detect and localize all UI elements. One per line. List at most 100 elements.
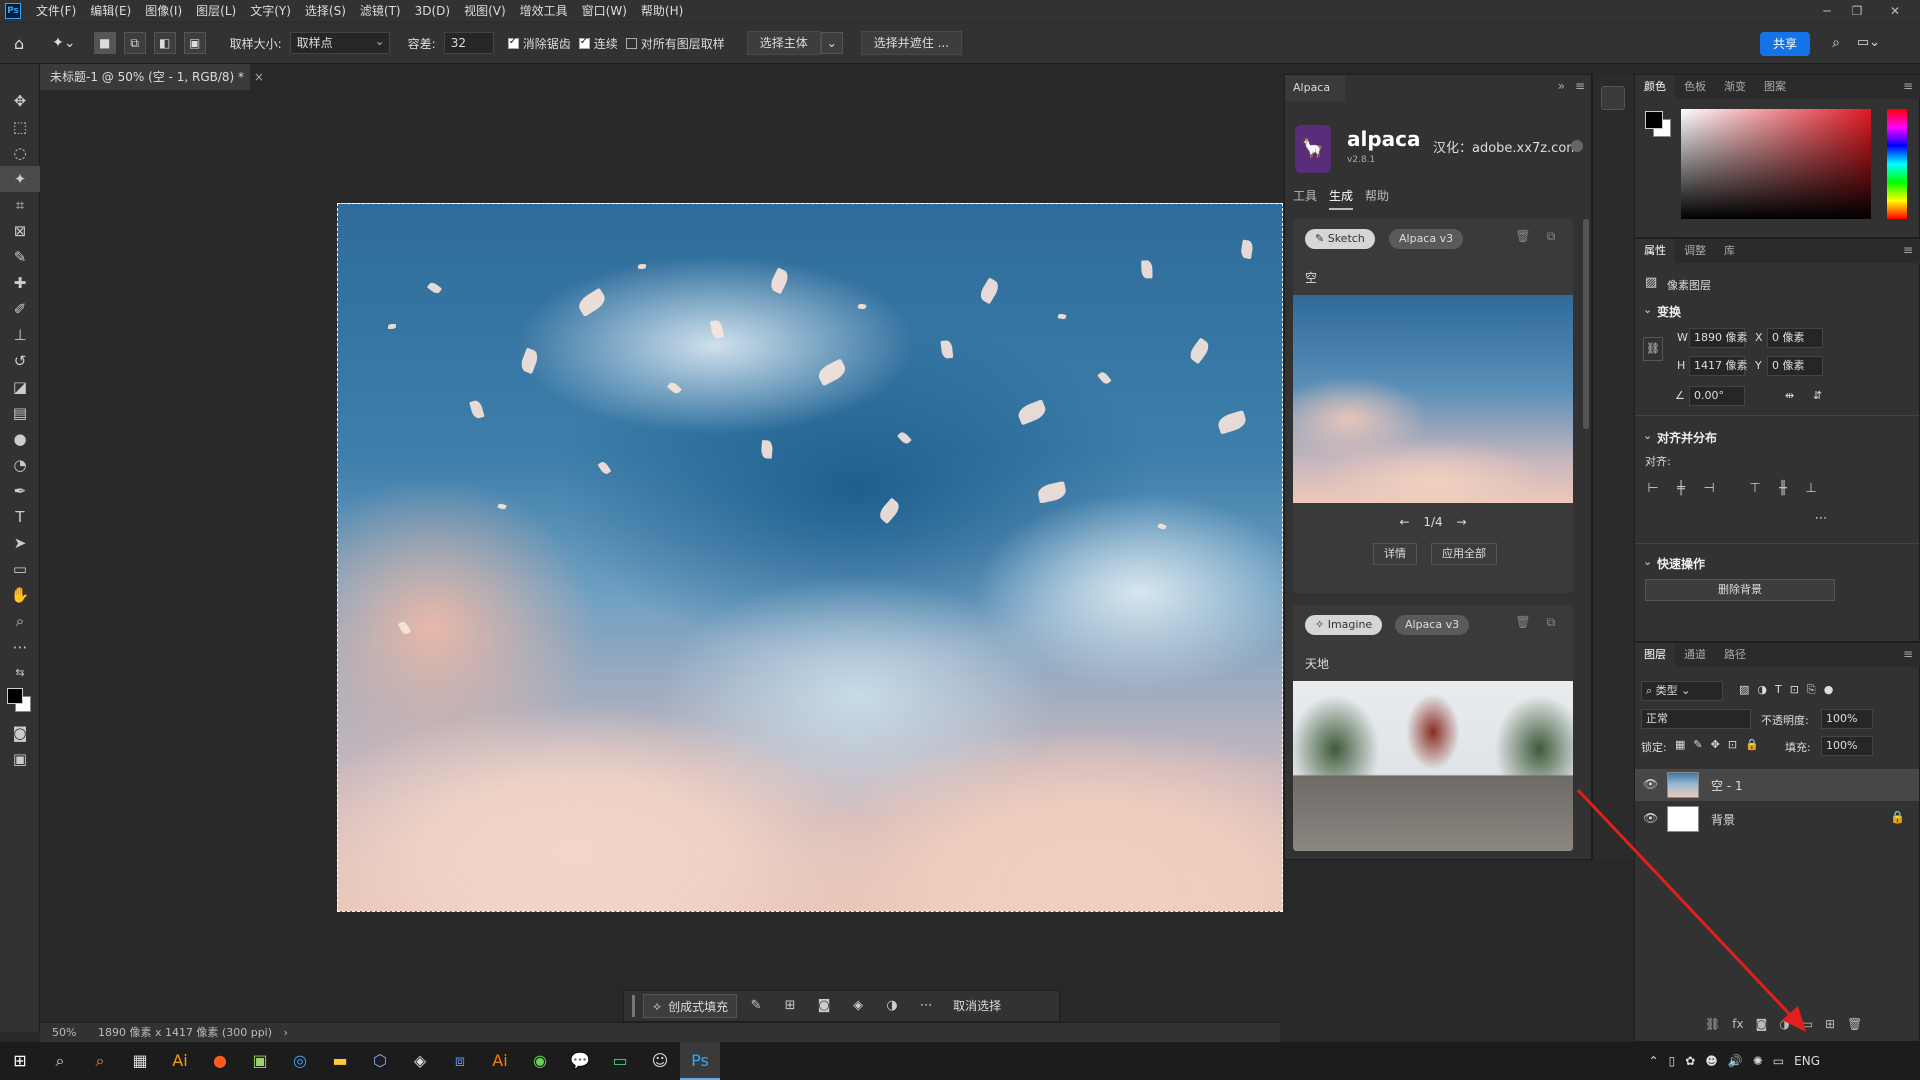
close-icon[interactable]: ✕ <box>1880 0 1910 22</box>
mode-pill-sketch[interactable]: ✎ Sketch <box>1305 229 1375 249</box>
new-selection-icon[interactable]: ■ <box>93 32 116 54</box>
more-tools-icon[interactable]: ⋯ <box>0 634 40 660</box>
swap-colors-icon[interactable]: ⇆ <box>0 660 40 686</box>
lasso-tool-icon[interactable]: ◌ <box>0 140 40 166</box>
generative-fill-button[interactable]: ✧ 创成式填充 <box>643 994 738 1018</box>
volume-icon[interactable]: 🔊 <box>1728 1054 1743 1068</box>
document-canvas-sky-image[interactable] <box>337 203 1283 912</box>
screen-mode-icon[interactable]: ▣ <box>0 746 40 772</box>
cloud-drive-icon[interactable]: ⧈ <box>440 1042 480 1080</box>
pen-tool-icon[interactable]: ✒ <box>0 478 40 504</box>
select-subject-button[interactable]: 选择主体 <box>746 31 821 55</box>
close-tab-icon[interactable]: × <box>254 70 264 84</box>
trash-icon[interactable]: 🗑 <box>1515 615 1531 633</box>
hue-slider[interactable] <box>1887 109 1907 219</box>
illustrator-dark-icon[interactable]: Ai <box>480 1042 520 1080</box>
layer-filter-select[interactable]: ⌕ 类型 ⌄ <box>1641 681 1723 701</box>
menu-edit[interactable]: 编辑(E) <box>83 0 138 22</box>
type-tool-icon[interactable]: T <box>0 504 40 530</box>
canvas-area[interactable] <box>40 90 1283 1022</box>
lock-options-icons[interactable]: ▦✎✥⊡🔒 <box>1675 738 1767 751</box>
color-swatches[interactable] <box>0 686 39 720</box>
menu-file[interactable]: 文件(F) <box>29 0 83 22</box>
panel-menu-icon[interactable]: ≡ <box>1575 79 1585 93</box>
layer-row[interactable]: 👁 空 - 1 <box>1635 769 1919 801</box>
transform-selection-icon[interactable]: ⊞ <box>775 994 805 1018</box>
menu-select[interactable]: 选择(S) <box>298 0 353 22</box>
history-brush-tool-icon[interactable]: ↺ <box>0 348 40 374</box>
opacity-input[interactable]: 100% <box>1821 709 1873 729</box>
gradient-tool-icon[interactable]: ▤ <box>0 400 40 426</box>
add-mask-icon[interactable]: ◙ <box>1756 1017 1768 1031</box>
menu-layer[interactable]: 图层(L) <box>189 0 243 22</box>
align-middle-vertical-icon[interactable]: ╫ <box>1773 479 1793 499</box>
tab-swatches[interactable]: 色板 <box>1675 75 1715 99</box>
align-left-icon[interactable]: ⊢ <box>1643 479 1663 499</box>
more-options-icon[interactable]: ⋯ <box>911 994 941 1018</box>
input-method-icon[interactable]: ☻ <box>1705 1054 1718 1068</box>
magic-wand-tool-icon[interactable]: ✦ <box>0 166 40 192</box>
image-viewer-icon[interactable]: ▣ <box>240 1042 280 1080</box>
illustrator-icon[interactable]: Ai <box>160 1042 200 1080</box>
x-input[interactable]: 0 像素 <box>1767 328 1823 348</box>
fill-input[interactable]: 100% <box>1821 736 1873 756</box>
alpaca-mini-icon[interactable] <box>1601 86 1625 110</box>
select-subject-dropdown-icon[interactable]: ⌄ <box>820 32 843 54</box>
link-icon[interactable]: ⛓ <box>1643 337 1663 361</box>
tab-color[interactable]: 颜色 <box>1635 75 1675 99</box>
remove-background-button[interactable]: 删除背景 <box>1645 579 1835 601</box>
model-pill[interactable]: Alpaca v3 <box>1395 615 1470 635</box>
quick-mask-icon[interactable]: ◙ <box>0 720 40 746</box>
prev-arrow-icon[interactable]: ← <box>1399 515 1409 529</box>
select-and-mask-button[interactable]: 选择并遮住 ... <box>860 31 963 55</box>
details-button[interactable]: 详情 <box>1373 543 1417 565</box>
generated-pagoda-thumbnail[interactable] <box>1293 681 1573 851</box>
chevron-down-icon[interactable]: ⌄ <box>1643 429 1652 442</box>
frame-tool-icon[interactable]: ⊠ <box>0 218 40 244</box>
y-input[interactable]: 0 像素 <box>1767 356 1823 376</box>
fill-selection-icon[interactable]: ◈ <box>843 994 873 1018</box>
modify-selection-icon[interactable]: ✎ <box>741 994 771 1018</box>
crop-tool-icon[interactable]: ⌗ <box>0 192 40 218</box>
move-tool-icon[interactable]: ✥ <box>0 88 40 114</box>
zoom-tool-icon[interactable]: ⌕ <box>0 608 40 634</box>
width-input[interactable]: 1890 像素 <box>1689 328 1748 348</box>
generated-sky-thumbnail[interactable] <box>1293 295 1573 503</box>
panel-menu-icon[interactable]: ≡ <box>1903 243 1913 257</box>
delete-layer-icon[interactable]: 🗑 <box>1847 1017 1862 1031</box>
tab-paths[interactable]: 路径 <box>1715 643 1755 667</box>
rectangle-tool-icon[interactable]: ▭ <box>0 556 40 582</box>
path-selection-tool-icon[interactable]: ➤ <box>0 530 40 556</box>
angle-input[interactable]: 0.00° <box>1689 386 1745 406</box>
tolerance-input[interactable]: 32 <box>443 32 494 54</box>
tab-libraries[interactable]: 库 <box>1715 239 1744 263</box>
search-icon[interactable]: ⌕ <box>40 1042 80 1080</box>
group-folder-icon[interactable]: ▭ <box>1802 1017 1813 1031</box>
tab-adjustments[interactable]: 调整 <box>1675 239 1715 263</box>
language-indicator[interactable]: ENG <box>1794 1054 1820 1068</box>
tab-properties[interactable]: 属性 <box>1635 239 1675 263</box>
network-icon[interactable]: ▭ <box>1773 1054 1784 1068</box>
flip-vertical-icon[interactable]: ⇵ <box>1813 389 1822 402</box>
tray-expand-icon[interactable]: ⌃ <box>1649 1054 1659 1068</box>
minimize-icon[interactable]: ─ <box>1812 0 1842 22</box>
align-center-horizontal-icon[interactable]: ╪ <box>1671 479 1691 499</box>
menu-type[interactable]: 文字(Y) <box>243 0 298 22</box>
more-align-options-icon[interactable]: ⋯ <box>1811 509 1831 529</box>
collapse-panel-icon[interactable]: » <box>1558 79 1565 93</box>
chevron-down-icon[interactable]: ⌄ <box>1643 555 1652 568</box>
tab-layers[interactable]: 图层 <box>1635 643 1675 667</box>
screen-app-icon[interactable]: ▭ <box>600 1042 640 1080</box>
app-store-icon[interactable]: ⬡ <box>360 1042 400 1080</box>
dodge-tool-icon[interactable]: ◔ <box>0 452 40 478</box>
link-layers-icon[interactable]: ⛓ <box>1705 1017 1720 1031</box>
menu-window[interactable]: 窗口(W) <box>575 0 634 22</box>
new-layer-icon[interactable]: ⊞ <box>1825 1017 1835 1031</box>
menu-filter[interactable]: 滤镜(T) <box>353 0 408 22</box>
layer-row[interactable]: 👁 背景 🔒 <box>1635 803 1919 835</box>
blur-tool-icon[interactable]: ● <box>0 426 40 452</box>
tab-patterns[interactable]: 图案 <box>1755 75 1795 99</box>
browser-icon[interactable]: ◎ <box>280 1042 320 1080</box>
tab-tools[interactable]: 工具 <box>1293 187 1317 210</box>
trash-icon[interactable]: 🗑 <box>1515 229 1531 247</box>
